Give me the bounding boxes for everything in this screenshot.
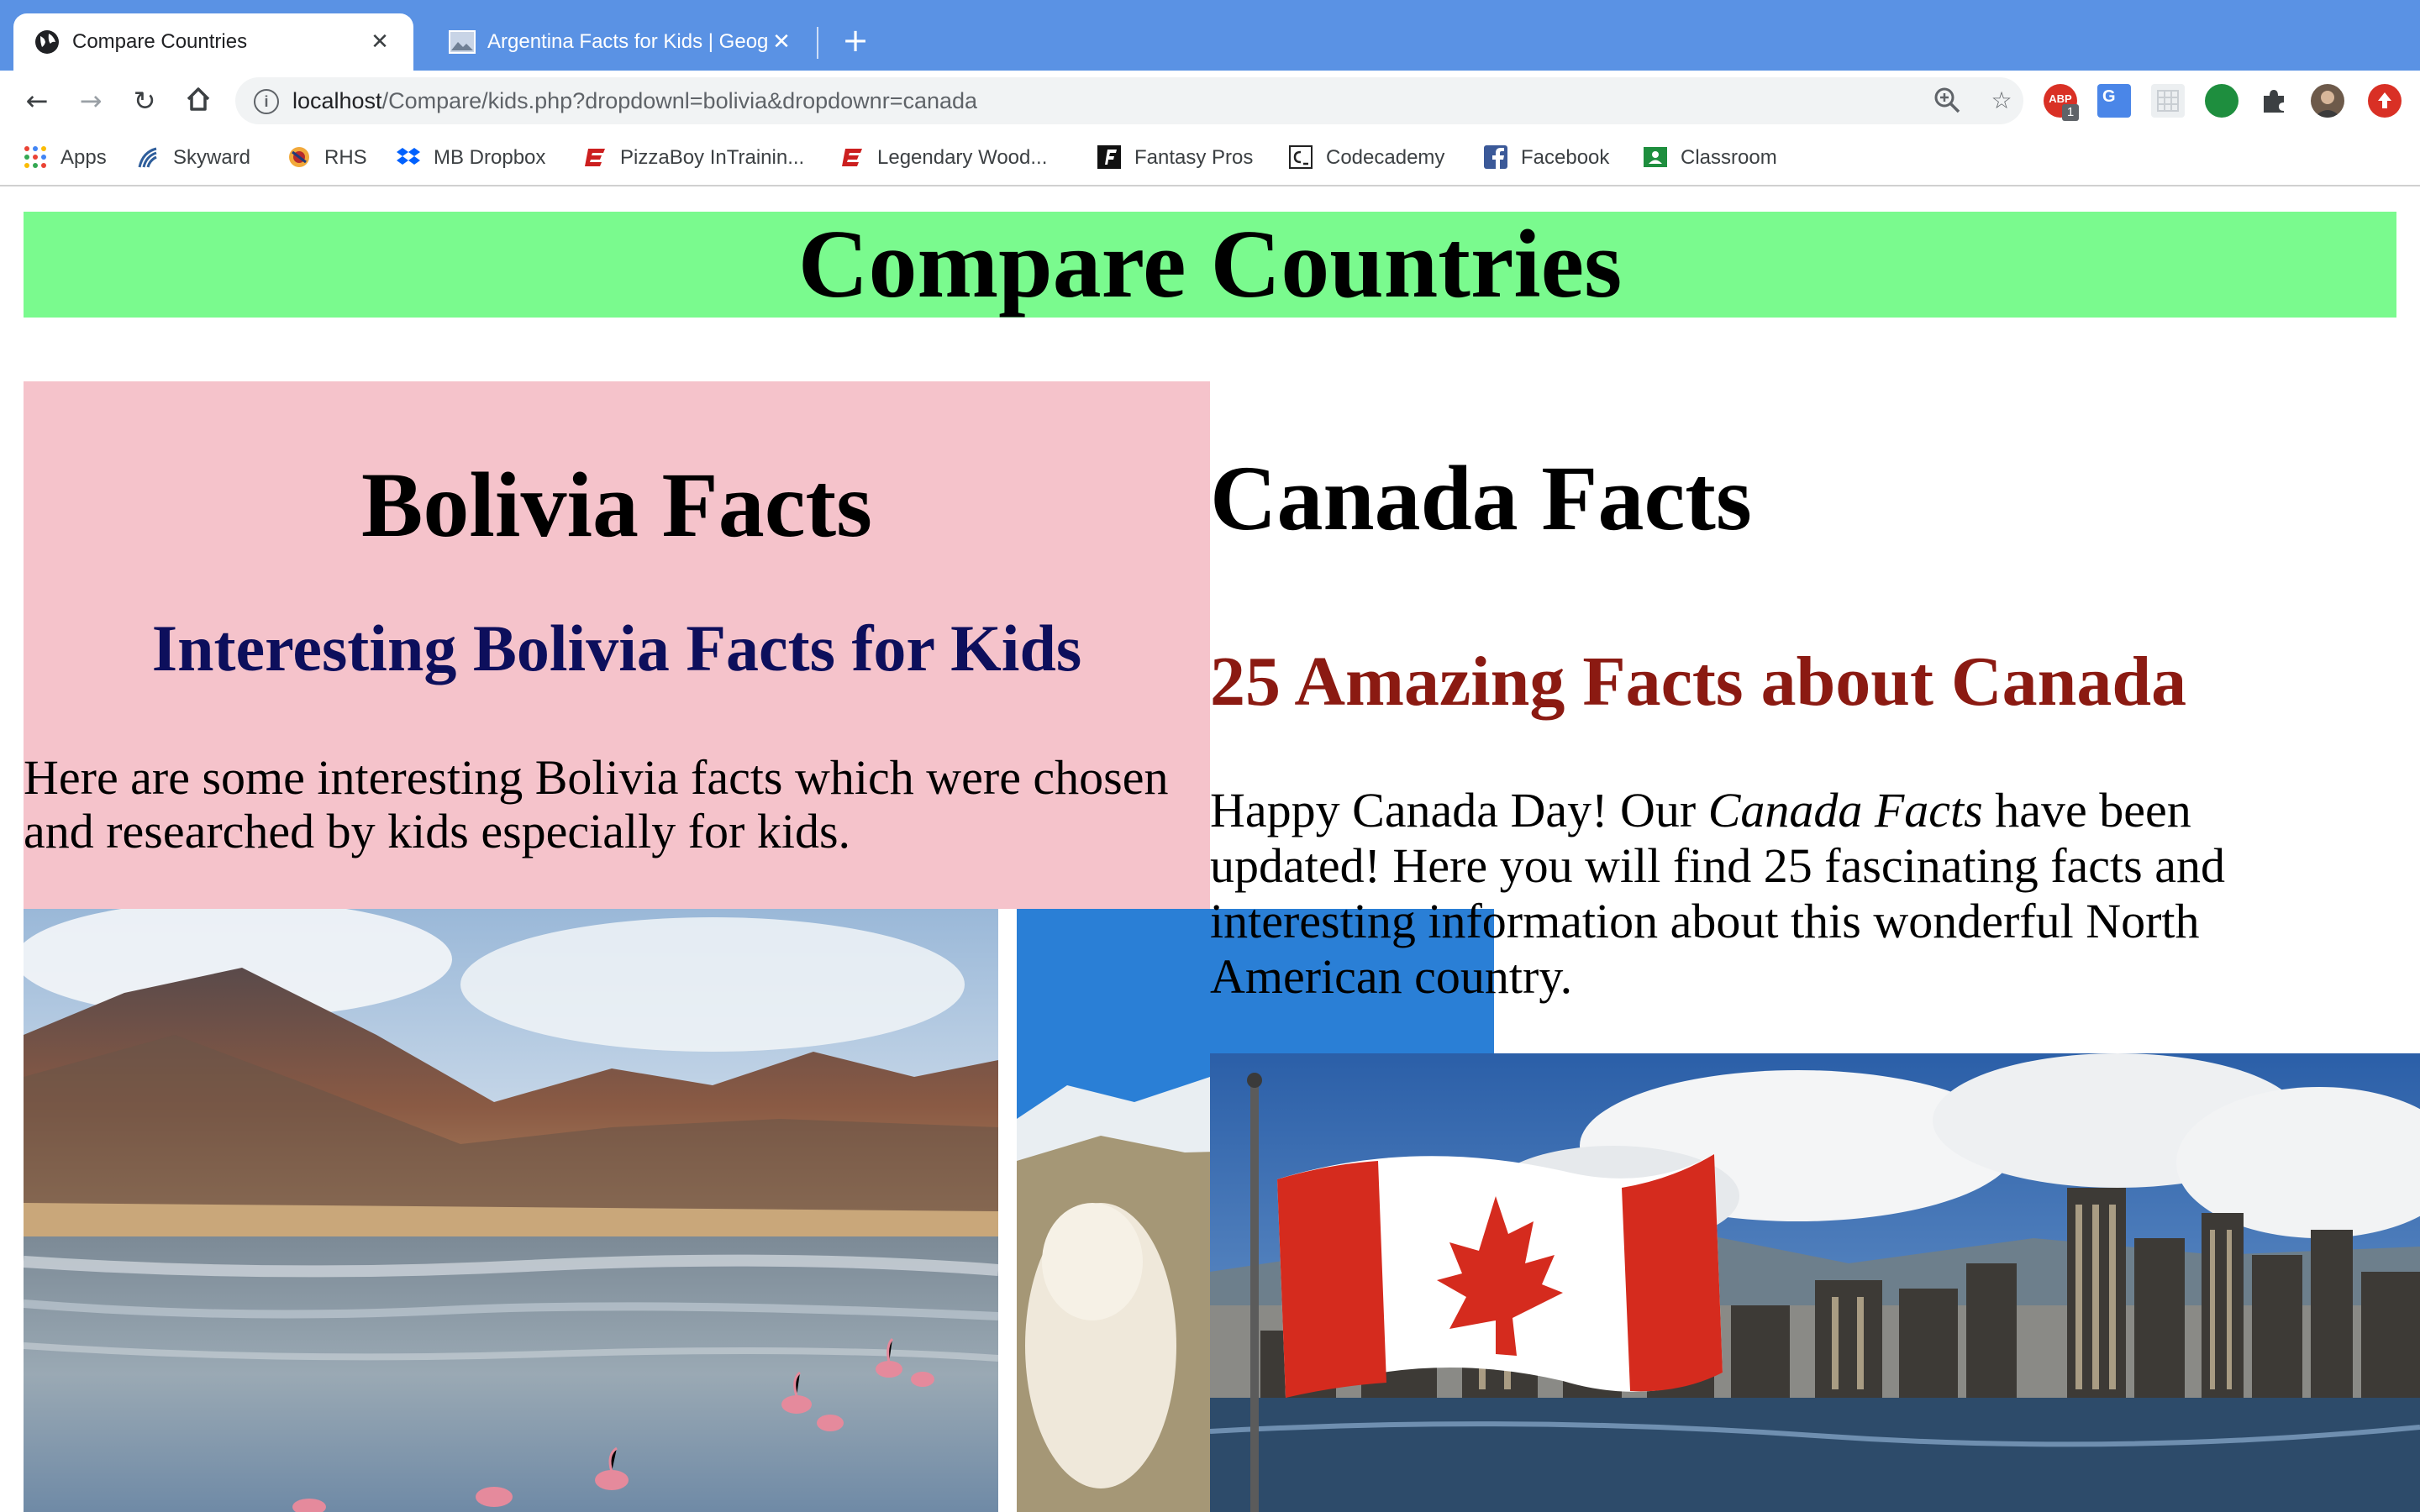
page-title: Compare Countries bbox=[797, 211, 1623, 318]
header-banner: Compare Countries bbox=[24, 212, 2396, 318]
zoom-icon[interactable] bbox=[1933, 86, 1963, 116]
espn-icon bbox=[585, 148, 605, 166]
site-favicon-icon bbox=[449, 30, 476, 54]
bookmark-pizzaboy[interactable]: PizzaBoy InTrainin... bbox=[583, 131, 804, 185]
tab-compare-countries[interactable]: Compare Countries ✕ bbox=[13, 13, 413, 71]
bookmark-fantasy-pros[interactable]: Fantasy Pros bbox=[1097, 131, 1253, 185]
bookmark-facebook[interactable]: Facebook bbox=[1484, 131, 1609, 185]
bookmark-classroom[interactable]: Classroom bbox=[1644, 131, 1777, 185]
translate-extension-icon[interactable]: G bbox=[2097, 84, 2131, 118]
bookmark-skyward[interactable]: Skyward bbox=[136, 131, 250, 185]
bookmark-legendary-wood[interactable]: Legendary Wood... bbox=[840, 131, 1047, 185]
tab-bar: Compare Countries ✕ Argentina Facts for … bbox=[0, 0, 2420, 71]
apps-grid-icon bbox=[24, 145, 46, 168]
dropbox-icon bbox=[397, 147, 420, 165]
new-tab-icon[interactable]: + bbox=[837, 22, 874, 59]
bolivia-lagoon-image bbox=[24, 909, 998, 1512]
bolivia-paragraph: Here are some interesting Bolivia facts … bbox=[24, 750, 1169, 858]
bookmark-star-icon[interactable]: ☆ bbox=[1986, 86, 2017, 116]
canada-paragraph: Happy Canada Day! Our Canada Facts have … bbox=[1210, 783, 2225, 1004]
bolivia-facts-panel: Bolivia Facts Interesting Bolivia Facts … bbox=[24, 381, 1210, 909]
bookmark-codecademy[interactable]: Codecademy bbox=[1289, 131, 1444, 185]
update-icon[interactable] bbox=[2368, 84, 2402, 118]
forward-icon[interactable]: → bbox=[74, 84, 108, 118]
image-divider bbox=[998, 909, 1017, 1512]
bolivia-subheading: Interesting Bolivia Facts for Kids bbox=[151, 612, 1082, 685]
bookmark-rhs[interactable]: RHS bbox=[287, 131, 367, 185]
canada-heading: Canada Facts bbox=[1210, 447, 1752, 549]
canada-subheading: 25 Amazing Facts about Canada bbox=[1210, 643, 2187, 721]
skyward-icon bbox=[138, 147, 157, 168]
bookmark-apps[interactable]: Apps bbox=[24, 131, 107, 185]
bolivia-heading: Bolivia Facts bbox=[360, 454, 872, 556]
extension-badge: 1 bbox=[2062, 104, 2079, 121]
tab-title: Argentina Facts for Kids | Geog bbox=[487, 30, 769, 53]
back-icon[interactable]: ← bbox=[20, 84, 54, 118]
home-icon[interactable] bbox=[182, 82, 215, 116]
grid-extension-icon[interactable] bbox=[2151, 84, 2185, 118]
site-info-icon[interactable]: i bbox=[254, 89, 279, 114]
reload-icon[interactable]: ↻ bbox=[128, 84, 161, 118]
extensions-puzzle-icon[interactable] bbox=[2257, 84, 2291, 118]
profile-avatar[interactable] bbox=[2311, 84, 2344, 118]
address-bar[interactable]: i localhost/Compare/kids.php?dropdownl=b… bbox=[235, 77, 2023, 124]
url-text[interactable]: localhost/Compare/kids.php?dropdownl=bol… bbox=[292, 77, 977, 124]
canada-flag-skyline-image bbox=[1210, 1053, 2420, 1512]
bookmark-mb-dropbox[interactable]: MB Dropbox bbox=[397, 131, 545, 185]
tab-argentina-facts[interactable]: Argentina Facts for Kids | Geog ✕ bbox=[429, 13, 815, 71]
classroom-icon bbox=[1644, 146, 1667, 167]
globe-icon bbox=[35, 30, 59, 54]
chat-extension-icon[interactable] bbox=[2205, 84, 2238, 118]
tab-title: Compare Countries bbox=[72, 30, 248, 53]
bookmarks-bar: Apps Skyward RHS MB Dropbox PizzaBoy InT… bbox=[0, 131, 2420, 186]
tab-separator bbox=[817, 27, 818, 59]
codecademy-icon bbox=[1289, 144, 1313, 169]
espn-icon bbox=[842, 148, 862, 166]
rhs-icon bbox=[289, 146, 309, 167]
close-tab-icon[interactable]: ✕ bbox=[766, 27, 797, 57]
close-tab-icon[interactable]: ✕ bbox=[365, 27, 395, 57]
fantasy-pros-icon bbox=[1097, 144, 1121, 169]
adblock-extension-icon[interactable]: ABP 1 bbox=[2044, 84, 2079, 121]
facebook-icon bbox=[1484, 144, 1507, 169]
